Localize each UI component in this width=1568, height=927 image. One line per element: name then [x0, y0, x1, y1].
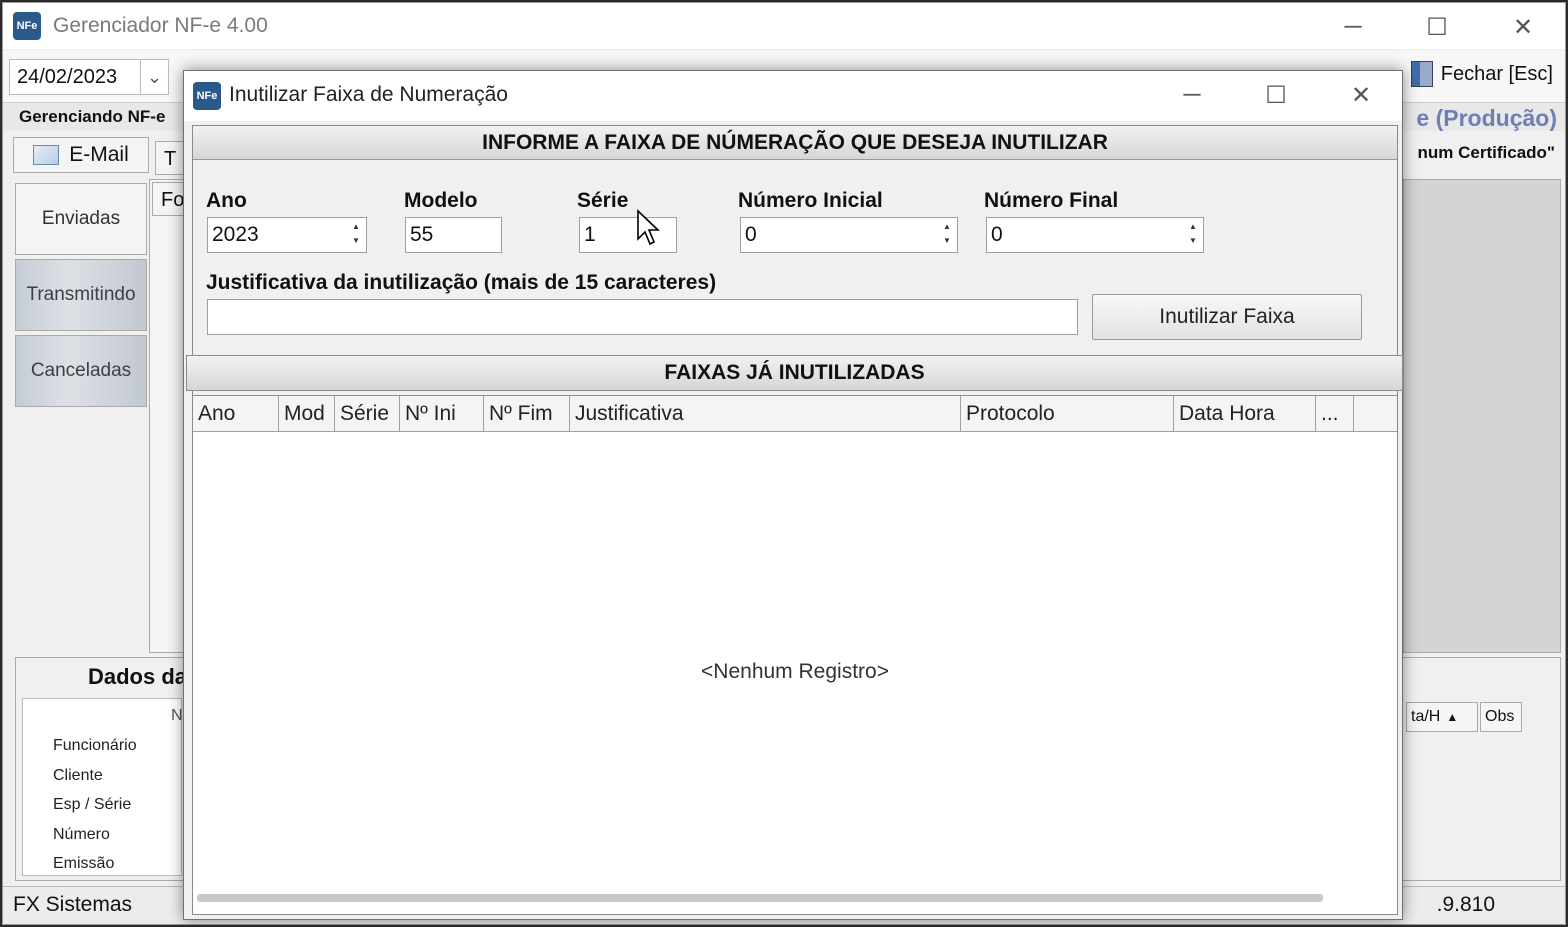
email-label: E-Mail — [69, 143, 129, 166]
email-button[interactable]: E-Mail — [13, 137, 149, 173]
date-from-value: 24/02/2023 — [17, 66, 118, 88]
sidebar-item-canceladas[interactable]: Canceladas — [15, 335, 147, 407]
horizontal-scrollbar[interactable] — [197, 894, 1323, 902]
grid-header-row: Ano Mod Série Nº Ini Nº Fim Justificativ… — [193, 396, 1397, 432]
spin-arrows-icon[interactable]: ▲ ▼ — [349, 220, 363, 250]
book-icon — [1410, 61, 1433, 87]
inutilizar-dialog: NFe Inutilizar Faixa de Numeração ─ ☐ ✕ … — [183, 70, 1403, 920]
modelo-field[interactable]: 55 — [405, 217, 502, 253]
fechar-button[interactable]: Fechar [Esc] — [1410, 61, 1553, 87]
fechar-label: Fechar [Esc] — [1440, 62, 1553, 85]
numero-inicial-stepper[interactable]: 0 ▲ ▼ — [740, 217, 958, 253]
sidebar-item-transmitindo[interactable]: Transmitindo — [15, 259, 147, 331]
numero-inicial-label: Número Inicial — [738, 189, 883, 212]
column-header-more[interactable]: ... — [1316, 396, 1354, 431]
ano-label: Ano — [206, 189, 247, 212]
column-header-n-fim[interactable]: Nº Fim — [484, 396, 570, 431]
chevron-down-icon[interactable]: ⌄ — [140, 60, 168, 94]
serie-label: Série — [577, 189, 629, 212]
obs-column-header[interactable]: Obs — [1480, 702, 1522, 732]
ano-stepper[interactable]: 2023 ▲ ▼ — [207, 217, 367, 253]
inutilizar-faixa-button[interactable]: Inutilizar Faixa — [1092, 294, 1362, 340]
right-panel — [1403, 179, 1561, 653]
numero-final-stepper[interactable]: 0 ▲ ▼ — [986, 217, 1204, 253]
dados-table: N Funcionário Cliente Esp / Série Número… — [22, 698, 183, 876]
column-header-serie[interactable]: Série — [335, 396, 400, 431]
minimize-icon[interactable]: ─ — [1172, 75, 1212, 115]
column-header-n-ini[interactable]: Nº Ini — [400, 396, 484, 431]
version-label: .9.810 — [1436, 893, 1495, 916]
column-header-data-hora[interactable]: Data Hora — [1174, 396, 1316, 431]
sidebar-item-enviadas[interactable]: Enviadas — [15, 183, 147, 255]
justificativa-input[interactable] — [207, 299, 1078, 335]
minimize-icon[interactable]: ─ — [1333, 7, 1373, 47]
certificate-label: num Certificado" — [1417, 143, 1555, 162]
mail-icon — [33, 145, 60, 165]
data-hora-column-header[interactable]: ta/H ▲ — [1406, 702, 1478, 732]
numero-inicial-value: 0 — [745, 223, 757, 246]
close-icon[interactable]: ✕ — [1341, 75, 1381, 115]
maximize-icon[interactable]: ☐ — [1417, 7, 1457, 47]
close-icon[interactable]: ✕ — [1503, 7, 1543, 47]
dialog-title: Inutilizar Faixa de Numeração — [229, 83, 508, 106]
nfe-app-icon: NFe — [193, 82, 221, 110]
environment-label: e (Produção) — [1416, 105, 1557, 131]
used-ranges-header: FAIXAS JÁ INUTILIZADAS — [186, 355, 1403, 391]
column-header-protocolo[interactable]: Protocolo — [961, 396, 1174, 431]
date-from-field[interactable]: 24/02/2023 ⌄ — [9, 59, 169, 95]
serie-field[interactable]: 1 — [579, 217, 677, 253]
dados-col-fragment: N — [171, 707, 183, 724]
range-section-header: INFORME A FAIXA DE NÚMERAÇÃO QUE DESEJA … — [193, 126, 1397, 160]
nfe-app-icon: NFe — [13, 12, 41, 40]
managing-label: Gerenciando NF-e — [19, 107, 166, 126]
company-label: FX Sistemas — [13, 893, 133, 916]
main-window-title: Gerenciador NF-e 4.00 — [53, 14, 268, 37]
empty-grid-message: <Nenhum Registro> — [701, 660, 889, 683]
column-header-ano[interactable]: Ano — [193, 396, 279, 431]
modelo-label: Modelo — [404, 189, 478, 212]
dados-row-label: Esp / Série — [53, 796, 132, 813]
dados-row-label: Emissão — [53, 855, 115, 872]
column-header-mod[interactable]: Mod — [279, 396, 335, 431]
numero-final-value: 0 — [991, 223, 1003, 246]
justificativa-label: Justificativa da inutilização (mais de 1… — [206, 271, 717, 294]
numero-final-label: Número Final — [984, 189, 1119, 212]
used-ranges-grid[interactable]: Ano Mod Série Nº Ini Nº Fim Justificativ… — [192, 395, 1398, 915]
dados-row-label: Cliente — [53, 767, 103, 784]
column-header-justificativa[interactable]: Justificativa — [570, 396, 961, 431]
sort-up-icon: ▲ — [1446, 710, 1459, 724]
ano-value: 2023 — [212, 223, 259, 246]
mouse-cursor-icon — [637, 209, 661, 246]
spin-arrows-icon[interactable]: ▲ ▼ — [1186, 220, 1200, 250]
dados-row-label: Funcionário — [53, 737, 137, 754]
dados-row-label: Número — [53, 826, 110, 843]
main-titlebar: NFe Gerenciador NF-e 4.00 ─ ☐ ✕ — [3, 3, 1565, 49]
spin-arrows-icon[interactable]: ▲ ▼ — [940, 220, 954, 250]
dialog-titlebar: NFe Inutilizar Faixa de Numeração ─ ☐ ✕ — [184, 71, 1402, 121]
dados-title: Dados da — [88, 664, 188, 689]
data-hora-label: ta/H — [1411, 708, 1441, 725]
maximize-icon[interactable]: ☐ — [1256, 75, 1296, 115]
